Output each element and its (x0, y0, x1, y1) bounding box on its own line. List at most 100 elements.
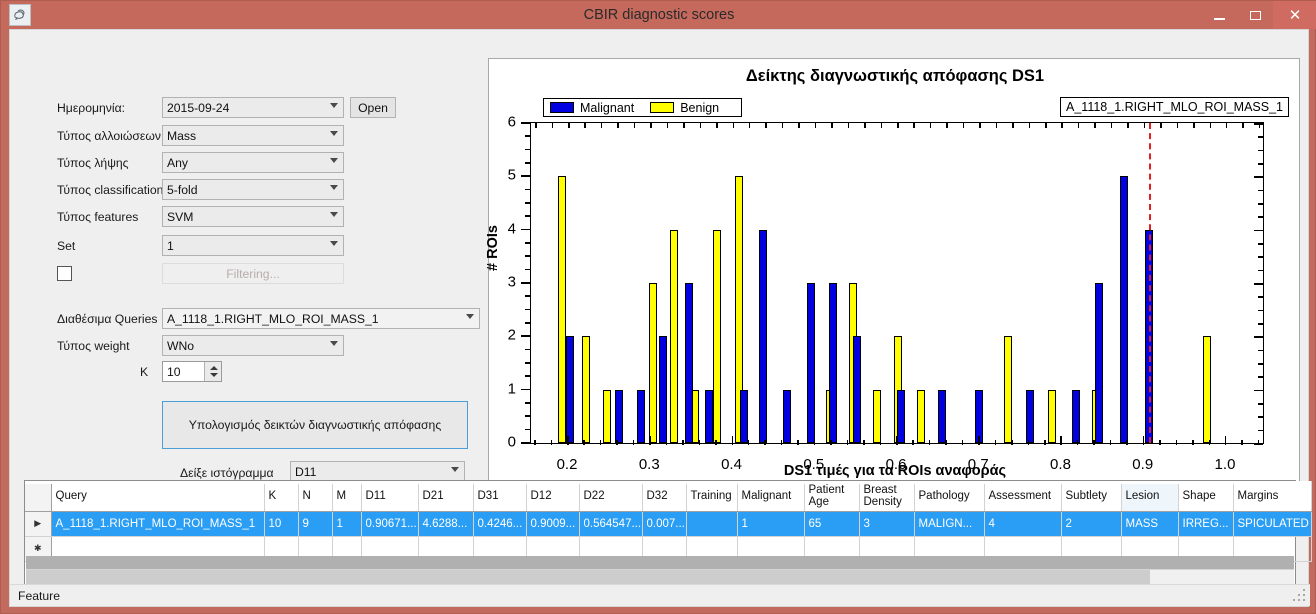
chart-bar-mal (897, 389, 906, 443)
x-tick-top (1028, 123, 1031, 128)
x-tick (813, 436, 816, 445)
cell-density[interactable]: 3 (859, 511, 915, 537)
cell-d21[interactable]: 4.6288... (418, 511, 474, 537)
column-header-query[interactable]: Query (51, 481, 265, 512)
right-axis-ticks (1253, 123, 1263, 445)
x-tick-top (798, 123, 800, 128)
y-tick-minor (525, 135, 530, 137)
compute-diagnostic-scores-button[interactable]: Υπολογισμός δεικτών διαγνωστικής απόφαση… (162, 401, 468, 449)
stepper-down-icon[interactable] (210, 373, 218, 377)
x-tick-top (683, 123, 685, 128)
column-header-density[interactable]: Breast Density (859, 481, 915, 512)
available-queries-combobox[interactable]: A_1118_1.RIGHT_MLO_ROI_MASS_1 (162, 308, 480, 329)
lesion-type-combobox[interactable]: Mass (162, 125, 344, 146)
x-tick-minor (797, 440, 799, 445)
y-tick-right (1258, 349, 1263, 352)
resize-grip-icon[interactable] (1293, 589, 1307, 603)
column-header-m[interactable]: M (332, 481, 362, 512)
table-body: ▶ A_1118_1.RIGHT_MLO_ROI_MASS_1 10 9 1 0.9067… (25, 511, 1312, 562)
x-tick-top (535, 123, 537, 128)
results-data-grid[interactable]: Query K N M D11 D21 D31 D12 D22 D32 Training Malign… (24, 480, 1312, 588)
cell-assessment[interactable]: 4 (984, 511, 1062, 537)
column-header-d31[interactable]: D31 (473, 481, 527, 512)
column-header-training[interactable]: Training (686, 481, 738, 512)
date-combobox[interactable]: 2015-09-24 (162, 97, 344, 118)
cell-m[interactable]: 1 (332, 511, 362, 537)
column-header-n[interactable]: N (298, 481, 333, 512)
x-tick-minor (928, 440, 931, 445)
minimize-button[interactable] (1201, 1, 1237, 29)
column-header-shape[interactable]: Shape (1178, 481, 1234, 512)
column-header-assessment[interactable]: Assessment (984, 481, 1062, 512)
x-tick-minor (1257, 440, 1260, 445)
filtering-button[interactable]: Filtering... (162, 263, 344, 284)
column-header-age[interactable]: Patient Age (804, 481, 860, 512)
y-tick (521, 122, 530, 124)
column-header-d22[interactable]: D22 (579, 481, 643, 512)
y-tick-minor (525, 242, 530, 244)
y-tick-right (1258, 189, 1263, 192)
column-header-malignant[interactable]: Malignant (737, 481, 805, 512)
set-combobox[interactable]: 1 (162, 235, 344, 256)
cell-k[interactable]: 10 (264, 511, 299, 537)
x-tick (896, 436, 898, 445)
cell-margins[interactable]: SPICULATED (1233, 511, 1312, 537)
cell-age[interactable]: 65 (804, 511, 860, 537)
x-tick-minor (665, 440, 668, 445)
maximize-button[interactable] (1237, 1, 1273, 29)
cell-pathology[interactable]: MALIGN... (914, 511, 985, 537)
y-tick-label: 5 (507, 166, 516, 184)
chevron-down-icon (330, 158, 338, 163)
weight-type-combobox[interactable]: WNo (162, 335, 344, 356)
x-tick-minor (1175, 440, 1178, 445)
x-tick-minor (1076, 440, 1079, 445)
table-row[interactable]: ▶ A_1118_1.RIGHT_MLO_ROI_MASS_1 10 9 1 0.9067… (25, 511, 1312, 537)
histogram-combobox[interactable]: D11 (290, 461, 465, 482)
classification-type-combobox[interactable]: 5-fold (162, 179, 344, 200)
open-button[interactable]: Open (350, 97, 396, 118)
stepper-arrows[interactable] (204, 362, 221, 381)
column-header-pathology[interactable]: Pathology (914, 481, 985, 512)
cell-subtlety[interactable]: 2 (1061, 511, 1122, 537)
x-tick-minor (994, 440, 997, 445)
row-marker-icon[interactable]: ▶ (25, 511, 52, 537)
y-tick-label: 1 (507, 380, 516, 398)
column-header-subtlety[interactable]: Subtlety (1061, 481, 1122, 512)
y-tick-minor (525, 348, 530, 351)
column-header-d32[interactable]: D32 (642, 481, 687, 512)
y-tick-label: 4 (507, 220, 516, 238)
stepper-up-icon[interactable] (210, 366, 218, 370)
cell-query[interactable]: A_1118_1.RIGHT_MLO_ROI_MASS_1 (51, 511, 265, 537)
column-header-margins[interactable]: Margins (1233, 481, 1312, 512)
chart-panel: Δείκτης διαγνωστικής απόφασης DS1 Malign… (485, 58, 1300, 482)
x-tick-top (1127, 123, 1129, 128)
close-button[interactable]: ✕ (1273, 1, 1316, 29)
cell-malignant[interactable]: 1 (737, 511, 805, 537)
column-header-d12[interactable]: D12 (526, 481, 580, 512)
column-header-d21[interactable]: D21 (418, 481, 474, 512)
cell-d22[interactable]: 0.564547... (579, 511, 643, 537)
filtering-checkbox[interactable] (57, 266, 72, 281)
column-header-k[interactable]: K (264, 481, 299, 512)
k-numeric-stepper[interactable]: 10 (162, 361, 222, 382)
top-axis-ticks (531, 123, 1263, 133)
view-type-combobox[interactable]: Any (162, 152, 344, 173)
cell-shape[interactable]: IRREG... (1178, 511, 1234, 537)
cell-training[interactable] (686, 511, 738, 537)
classification-type-combobox-value: 5-fold (167, 183, 198, 197)
column-header-lesion[interactable]: Lesion (1121, 481, 1179, 512)
cell-d12[interactable]: 0.9009... (526, 511, 580, 537)
cell-lesion[interactable]: MASS (1121, 511, 1179, 537)
column-header-d11[interactable]: D11 (361, 481, 419, 512)
cell-d32[interactable]: 0.007... (642, 511, 687, 537)
features-type-combobox[interactable]: SVM (162, 206, 344, 227)
cell-d31[interactable]: 0.4246... (473, 511, 527, 537)
cell-n[interactable]: 9 (298, 511, 333, 537)
y-tick-right (1254, 229, 1263, 232)
x-tick-top (897, 123, 899, 128)
cell-d11[interactable]: 0.90671... (361, 511, 419, 537)
chart-bar-ben (582, 336, 591, 443)
x-tick-minor (1208, 440, 1211, 445)
y-tick-minor (525, 402, 530, 404)
plot-area (530, 122, 1264, 445)
